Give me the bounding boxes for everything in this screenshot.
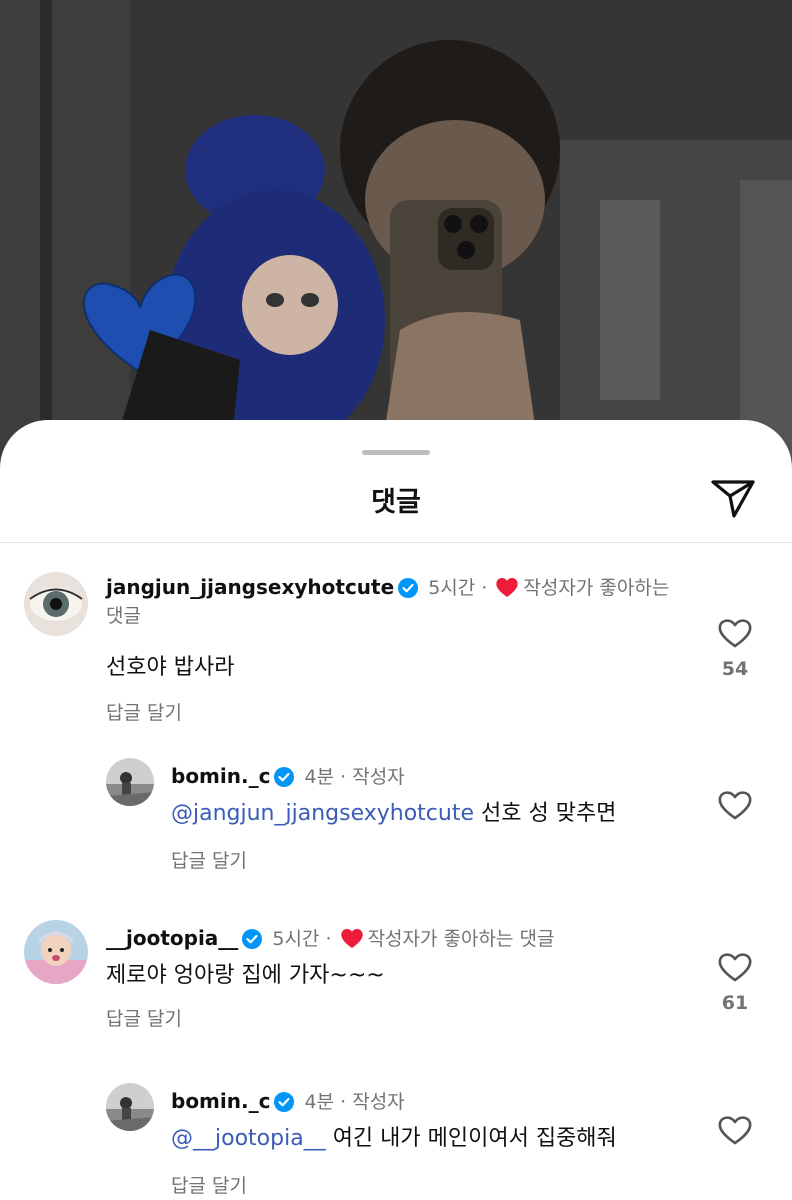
sheet-drag-handle[interactable]: [362, 450, 430, 455]
username[interactable]: __jootopia__: [106, 926, 238, 950]
author-label: 작성자: [352, 766, 405, 788]
share-button[interactable]: [708, 474, 758, 524]
comment-time: 5시간: [272, 928, 320, 950]
like-button[interactable]: 54: [712, 618, 758, 680]
comments-sheet: 댓글 jangjun_jjangsexyhotcute 5시간 · 작성자가 좋…: [0, 420, 792, 1200]
like-count: 54: [721, 658, 749, 680]
comment-text: @__jootopia__ 여긴 내가 메인이여서 집중해줘: [171, 1125, 617, 1153]
heart-outline-icon: [718, 791, 752, 820]
comment-meta: bomin._c 4분 · 작성자: [171, 1089, 405, 1118]
reply-button[interactable]: 답글 달기: [171, 846, 247, 873]
post-photo: [0, 0, 792, 460]
comment-time: 4분: [304, 766, 335, 788]
username[interactable]: bomin._c: [171, 1089, 270, 1113]
comment-time: 5시간: [428, 577, 476, 599]
username[interactable]: bomin._c: [171, 764, 270, 788]
comment-time: 4분: [304, 1091, 335, 1113]
like-count: 61: [721, 992, 749, 1014]
heart-outline-icon: [718, 1116, 752, 1145]
reply-button[interactable]: 답글 달기: [171, 1171, 247, 1198]
author-label: 작성자: [352, 1091, 405, 1113]
meta-separator: ·: [340, 766, 347, 788]
heart-outline-icon: [718, 619, 752, 648]
meta-separator: ·: [481, 577, 488, 599]
send-icon: [711, 480, 755, 518]
comment-text: 선호야 밥사라: [106, 655, 235, 680]
mention-link[interactable]: @__jootopia__: [171, 1126, 326, 1151]
comment-text: @jangjun_jjangsexyhotcute 선호 성 맞추면: [171, 800, 616, 828]
comment-body: 여긴 내가 메인이여서 집중해줘: [332, 1126, 617, 1151]
creator-heart-icon: [495, 576, 519, 604]
comment-meta: jangjun_jjangsexyhotcute 5시간 · 작성자가 좋아하는…: [106, 575, 686, 628]
comment-meta: bomin._c 4분 · 작성자: [171, 764, 405, 793]
heart-outline-icon: [718, 953, 752, 982]
verified-icon: [242, 929, 263, 955]
sheet-title: 댓글: [371, 487, 421, 518]
verified-icon: [274, 1092, 295, 1118]
verified-icon: [274, 767, 295, 793]
creator-heart-icon: [340, 927, 364, 955]
reply-button[interactable]: 답글 달기: [106, 1004, 182, 1031]
meta-separator: ·: [325, 928, 332, 950]
mention-link[interactable]: @jangjun_jjangsexyhotcute: [171, 801, 474, 826]
header-divider: [0, 542, 792, 543]
creator-liked-badge: 작성자가 좋아하는 댓글: [367, 928, 555, 950]
verified-icon: [398, 578, 419, 604]
like-button[interactable]: [712, 1115, 758, 1145]
avatar[interactable]: [106, 1083, 154, 1131]
reply-button[interactable]: 답글 달기: [106, 698, 182, 725]
comment-meta: __jootopia__ 5시간 · 작성자가 좋아하는 댓글: [106, 926, 554, 955]
like-button[interactable]: [712, 790, 758, 820]
comment-body: 선호 성 맞추면: [481, 801, 617, 826]
like-button[interactable]: 61: [712, 952, 758, 1014]
username[interactable]: jangjun_jjangsexyhotcute: [106, 575, 394, 599]
meta-separator: ·: [340, 1091, 347, 1113]
avatar[interactable]: [24, 572, 88, 636]
avatar[interactable]: [106, 758, 154, 806]
comment-text: 제로야 엉아랑 집에 가자~~~: [106, 963, 385, 988]
avatar[interactable]: [24, 920, 88, 984]
